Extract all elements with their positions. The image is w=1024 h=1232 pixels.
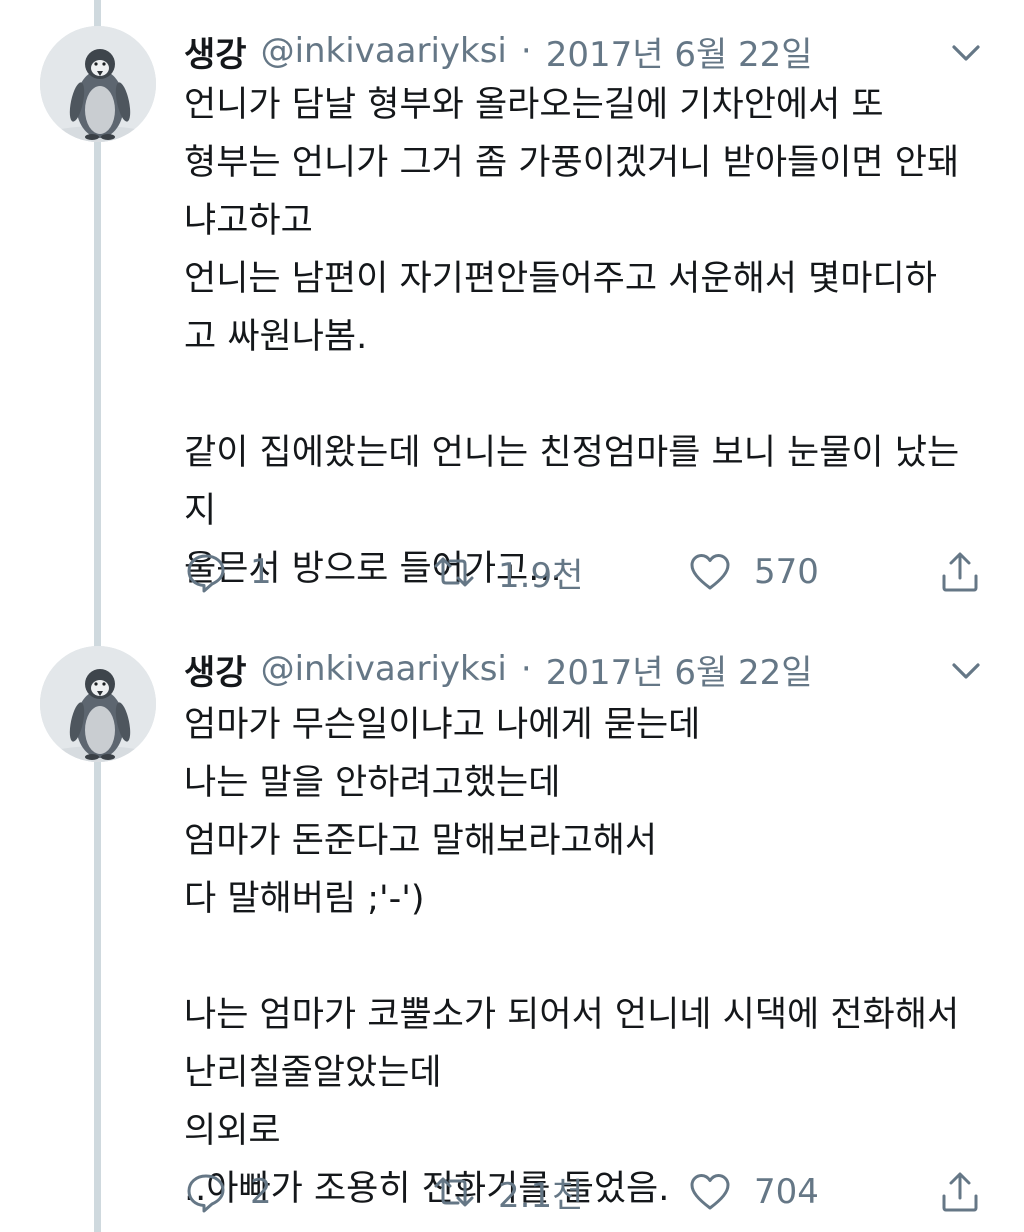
tweet-header: 생강 @inkivaariyksi · 2017년 6월 22일 [184, 645, 813, 694]
tweet-date[interactable]: 2017년 6월 22일 [546, 645, 813, 694]
reply-icon [187, 554, 225, 593]
tweet-actions: 2 2.1천 704 [184, 1168, 994, 1216]
retweet-button[interactable]: 2.1천 [432, 1168, 583, 1216]
like-button[interactable]: 570 [688, 548, 819, 596]
separator: · [520, 31, 532, 71]
like-button[interactable]: 704 [688, 1168, 819, 1216]
reply-button[interactable]: 1 [184, 548, 272, 596]
reply-icon [187, 1174, 225, 1213]
penguin-avatar-icon [40, 646, 156, 762]
avatar[interactable] [40, 646, 156, 762]
share-icon [942, 1172, 978, 1212]
retweet-count: 1.9천 [498, 555, 584, 596]
tweet-thread: 생강 @inkivaariyksi · 2017년 6월 22일 언니가 담날 … [0, 0, 1024, 1232]
penguin-avatar-icon [40, 26, 156, 142]
author-name[interactable]: 생강 [184, 27, 247, 76]
tweet-text-line: 난리칠줄알았는데 [184, 1053, 442, 1093]
tweet-text: 언니가 담날 형부와 올라오는길에 기차안에서 또 형부는 언니가 그거 좀 가… [184, 76, 994, 598]
more-options-button[interactable] [946, 36, 986, 70]
separator: · [520, 649, 532, 689]
like-count: 704 [754, 1172, 819, 1212]
tweet-header: 생강 @inkivaariyksi · 2017년 6월 22일 [184, 27, 813, 76]
tweet-text-line: 다 말해버림 ;'-') [184, 879, 425, 919]
tweet-date[interactable]: 2017년 6월 22일 [546, 27, 813, 76]
tweet-text-line [184, 928, 994, 986]
author-handle[interactable]: @inkivaariyksi [261, 649, 507, 689]
avatar[interactable] [40, 26, 156, 142]
tweet-text-line: 냐고하고 [184, 201, 313, 241]
share-button[interactable] [938, 548, 982, 596]
heart-icon [690, 554, 730, 590]
retweet-icon [434, 1177, 474, 1207]
tweet-text-line: 엄마가 돈준다고 말해보라고해서 [184, 821, 658, 861]
more-options-button[interactable] [946, 654, 986, 688]
chevron-down-icon [952, 663, 980, 679]
retweet-button[interactable]: 1.9천 [432, 548, 583, 596]
author-handle[interactable]: @inkivaariyksi [261, 31, 507, 71]
tweet-text-line: 언니가 담날 형부와 올라오는길에 기차안에서 또 [184, 85, 884, 125]
tweet-text-line: 언니는 남편이 자기편안들어주고 서운해서 몇마디하 [184, 259, 937, 299]
tweet-actions: 1 1.9천 570 [184, 548, 994, 596]
reply-button[interactable]: 2 [184, 1168, 272, 1216]
heart-icon [690, 1174, 730, 1210]
reply-count: 2 [250, 1172, 272, 1212]
tweet-text: 엄마가 무슨일이냐고 나에게 묻는데 나는 말을 안하려고했는데 엄마가 돈준다… [184, 696, 994, 1218]
retweet-count: 2.1천 [498, 1175, 584, 1216]
tweet-text-line: 엄마가 무슨일이냐고 나에게 묻는데 [184, 705, 701, 745]
tweet[interactable]: 생강 @inkivaariyksi · 2017년 6월 22일 엄마가 무슨일… [0, 632, 1024, 1232]
chevron-down-icon [952, 45, 980, 61]
tweet-text-line [184, 366, 994, 424]
like-count: 570 [754, 552, 819, 592]
tweet-text-line: 고 싸원나봄. [184, 317, 368, 357]
tweet-text-line: 나는 엄마가 코뿔소가 되어서 언니네 시댁에 전화해서 [184, 995, 960, 1035]
tweet-text-line: 의외로 [184, 1111, 281, 1151]
tweet-text-line: 같이 집에왔는데 언니는 친정엄마를 보니 눈물이 났는 [184, 433, 960, 473]
tweet[interactable]: 생강 @inkivaariyksi · 2017년 6월 22일 언니가 담날 … [0, 0, 1024, 632]
reply-count: 1 [250, 552, 272, 592]
retweet-icon [434, 557, 474, 587]
tweet-text-line: 지 [184, 491, 217, 531]
share-button[interactable] [938, 1168, 982, 1216]
share-icon [942, 552, 978, 592]
tweet-text-line: 나는 말을 안하려고했는데 [184, 763, 561, 803]
author-name[interactable]: 생강 [184, 645, 247, 694]
tweet-text-line: 형부는 언니가 그거 좀 가풍이겠거니 받아들이면 안돼 [184, 143, 960, 183]
